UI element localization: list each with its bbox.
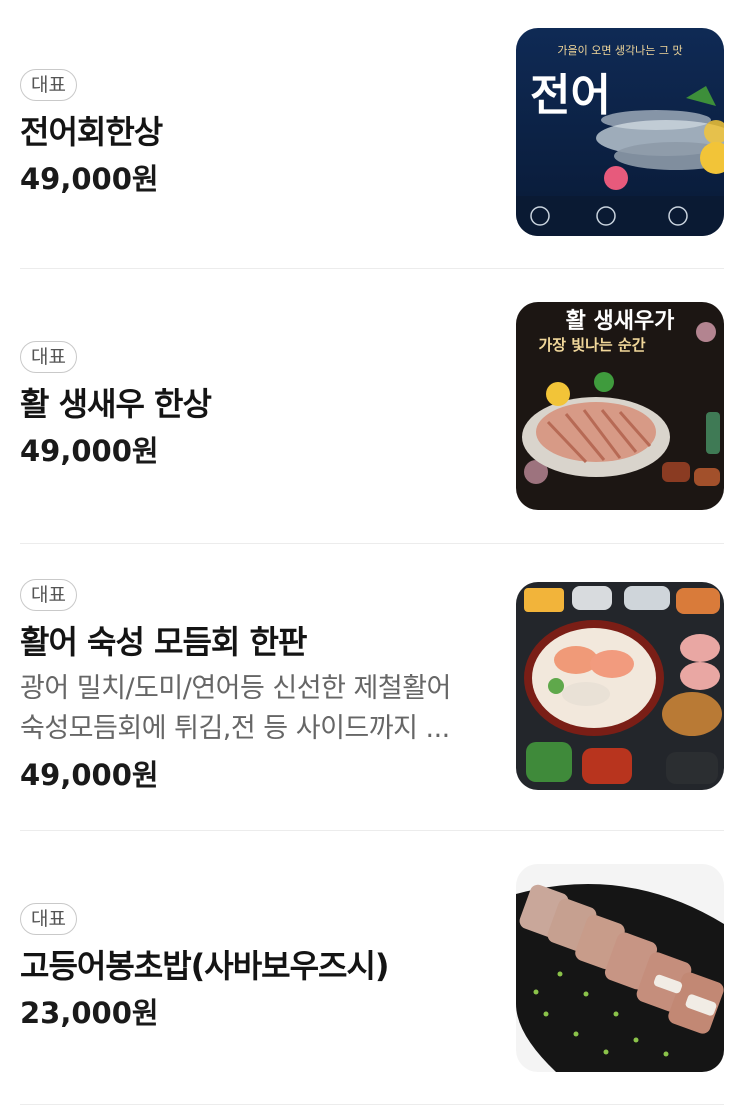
menu-item-price: 49,000원: [20, 434, 159, 468]
signature-badge: 대표: [20, 579, 77, 611]
menu-item[interactable]: 대표 전어회한상 49,000원 가을이 오면 생각나는 그 맛 전어: [20, 0, 724, 269]
menu-item-image[interactable]: 활 생새우가 가장 빛나는 순간: [516, 302, 724, 510]
image-title: 활 생새우가: [566, 309, 675, 334]
signature-badge: 대표: [20, 902, 77, 935]
mackerel-sushi-image: [516, 864, 724, 1072]
menu-item-text: 대표 전어회한상 49,000원: [20, 0, 494, 268]
menu-item[interactable]: 대표 고등어봉초밥(사바보우즈시) 23,000원: [20, 831, 724, 1105]
menu-item-name: 전어회한상: [20, 113, 163, 151]
menu-item-price: 49,000원: [20, 162, 159, 196]
description-line-1: 광어 밀치/도미/연어등 신선한 제철활어: [20, 673, 451, 704]
menu-item[interactable]: 대표 활어 숙성 모듬회 한판 광어 밀치/도미/연어등 신선한 제철활어 숙성…: [20, 544, 724, 831]
menu-item[interactable]: 대표 활 생새우 한상 49,000원 활 생새우가 가장 빛나는 순간: [20, 269, 724, 544]
menu-item-name: 활어 숙성 모듬회 한판: [20, 623, 307, 661]
menu-item-text: 대표 활어 숙성 모듬회 한판 광어 밀치/도미/연어등 신선한 제철활어 숙성…: [20, 544, 494, 830]
description-line-2: 숙성모듬회에 튀김,전 등 사이드까지 ...: [20, 713, 450, 744]
menu-item-description: 광어 밀치/도미/연어등 신선한 제철활어 숙성모듬회에 튀김,전 등 사이드까…: [20, 669, 494, 749]
menu-item-image[interactable]: [516, 864, 724, 1072]
menu-item-price: 23,000원: [20, 995, 159, 1030]
menu-item-image[interactable]: 가을이 오면 생각나는 그 맛 전어: [516, 28, 724, 236]
image-subtitle: 가장 빛나는 순간: [538, 336, 645, 354]
signature-badge: 대표: [20, 69, 77, 101]
image-title: 전어: [530, 70, 611, 121]
signature-badge: 대표: [20, 341, 77, 373]
menu-list: 대표 전어회한상 49,000원 가을이 오면 생각나는 그 맛 전어 대표 활…: [0, 0, 736, 1105]
gizzard-shad-image: 가을이 오면 생각나는 그 맛 전어: [516, 28, 724, 236]
live-shrimp-image: 활 생새우가 가장 빛나는 순간: [516, 302, 724, 510]
menu-item-text: 대표 활 생새우 한상 49,000원: [20, 269, 494, 543]
menu-item-name: 활 생새우 한상: [20, 385, 212, 423]
menu-item-price: 49,000원: [20, 758, 159, 792]
menu-item-image[interactable]: [516, 582, 724, 790]
menu-item-name: 고등어봉초밥(사바보우즈시): [20, 946, 390, 985]
menu-item-text: 대표 고등어봉초밥(사바보우즈시) 23,000원: [20, 831, 494, 1104]
sashimi-platter-image: [516, 582, 724, 790]
image-caption: 가을이 오면 생각나는 그 맛: [557, 44, 682, 57]
